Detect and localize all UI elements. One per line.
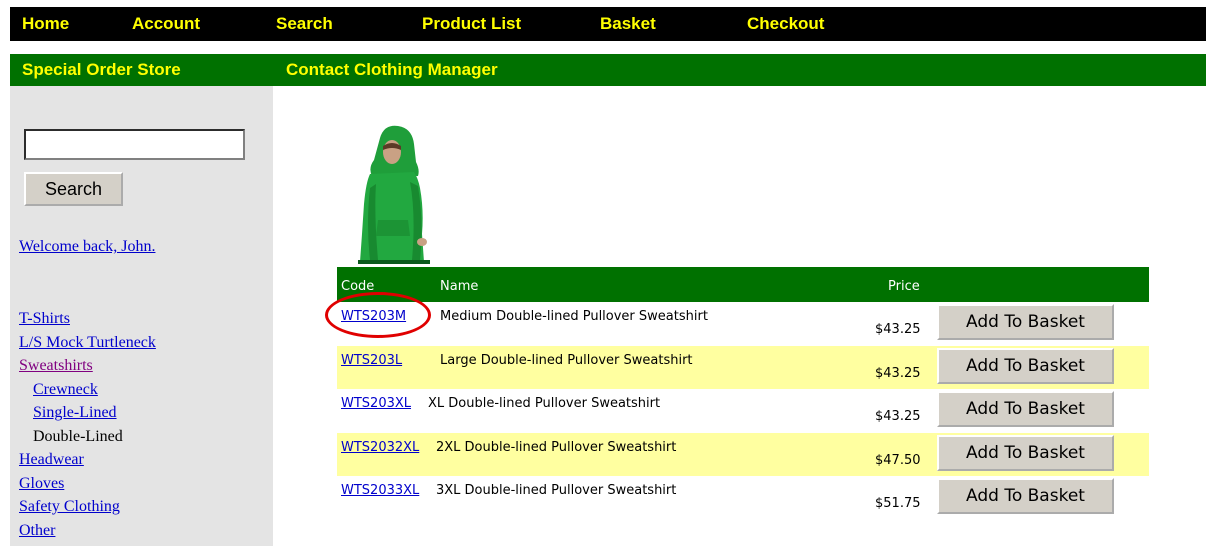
product-price: $47.50 (875, 452, 921, 468)
product-name: 2XL Double-lined Pullover Sweatshirt (436, 439, 677, 455)
product-name: Medium Double-lined Pullover Sweatshirt (440, 309, 708, 324)
table-row: WTS203XL XL Double-lined Pullover Sweats… (337, 389, 1149, 433)
add-to-basket-button[interactable]: Add To Basket (937, 304, 1114, 340)
search-input[interactable] (24, 129, 245, 160)
category-headwear[interactable]: Headwear (19, 451, 84, 468)
product-price: $43.25 (875, 322, 921, 337)
nav-special-order-store-link[interactable]: Special Order Store (22, 60, 181, 80)
search-button[interactable]: Search (24, 172, 123, 206)
add-to-basket-button[interactable]: Add To Basket (937, 347, 1114, 384)
category-sweatshirts[interactable]: Sweatshirts (19, 357, 93, 374)
category-gloves[interactable]: Gloves (19, 475, 64, 492)
highlight-circle (325, 292, 431, 338)
category-other[interactable]: Other (19, 522, 55, 539)
subcategory-double-lined-current: Double-Lined (33, 427, 123, 445)
welcome-link[interactable]: Welcome back, John. (19, 238, 155, 256)
product-name: XL Double-lined Pullover Sweatshirt (428, 396, 661, 411)
subcategory-single-lined[interactable]: Single-Lined (33, 404, 117, 421)
nav-search-link[interactable]: Search (276, 14, 333, 34)
product-image (358, 125, 430, 264)
product-code-link[interactable]: WTS203L (341, 353, 402, 368)
add-to-basket-button[interactable]: Add To Basket (937, 391, 1114, 427)
sub-nav-bar: Special Order Store Contact Clothing Man… (10, 54, 1206, 86)
subcategory-crewneck[interactable]: Crewneck (33, 381, 98, 398)
product-table: Code Name Price WTS203M Medium Double-li… (337, 267, 1149, 520)
table-row: WTS203M Medium Double-lined Pullover Swe… (337, 302, 1149, 346)
nav-account-link[interactable]: Account (132, 14, 200, 34)
table-row: WTS2033XL 3XL Double-lined Pullover Swea… (337, 476, 1149, 520)
nav-home-link[interactable]: Home (22, 14, 69, 34)
category-list: T-Shirts L/S Mock Turtleneck Sweatshirts… (19, 307, 156, 542)
table-header: Code Name Price (337, 267, 1149, 302)
nav-checkout-link[interactable]: Checkout (747, 14, 824, 34)
sidebar: Search Welcome back, John. T-Shirts L/S … (10, 86, 273, 546)
category-ls-mock-turtleneck[interactable]: L/S Mock Turtleneck (19, 334, 156, 351)
category-t-shirts[interactable]: T-Shirts (19, 310, 70, 327)
table-row: WTS203L Large Double-lined Pullover Swea… (337, 345, 1149, 389)
header-price: Price (888, 279, 920, 294)
product-name: 3XL Double-lined Pullover Sweatshirt (436, 483, 677, 498)
header-name: Name (440, 279, 479, 294)
table-row: WTS2032XL 2XL Double-lined Pullover Swea… (337, 432, 1149, 476)
add-to-basket-button[interactable]: Add To Basket (937, 478, 1114, 514)
product-code-link[interactable]: WTS2033XL (341, 483, 419, 498)
nav-contact-clothing-manager-link[interactable]: Contact Clothing Manager (286, 60, 498, 80)
top-nav-bar: Home Account Search Product List Basket … (10, 7, 1206, 41)
product-code-link[interactable]: WTS203XL (341, 396, 411, 411)
nav-basket-link[interactable]: Basket (600, 14, 656, 34)
nav-product-list-link[interactable]: Product List (422, 14, 521, 34)
category-safety-clothing[interactable]: Safety Clothing (19, 498, 120, 515)
product-code-link[interactable]: WTS2032XL (341, 440, 419, 455)
product-price: $51.75 (875, 496, 921, 511)
product-price: $43.25 (875, 365, 921, 381)
add-to-basket-button[interactable]: Add To Basket (937, 434, 1114, 471)
product-name: Large Double-lined Pullover Sweatshirt (440, 352, 693, 368)
product-price: $43.25 (875, 409, 921, 424)
